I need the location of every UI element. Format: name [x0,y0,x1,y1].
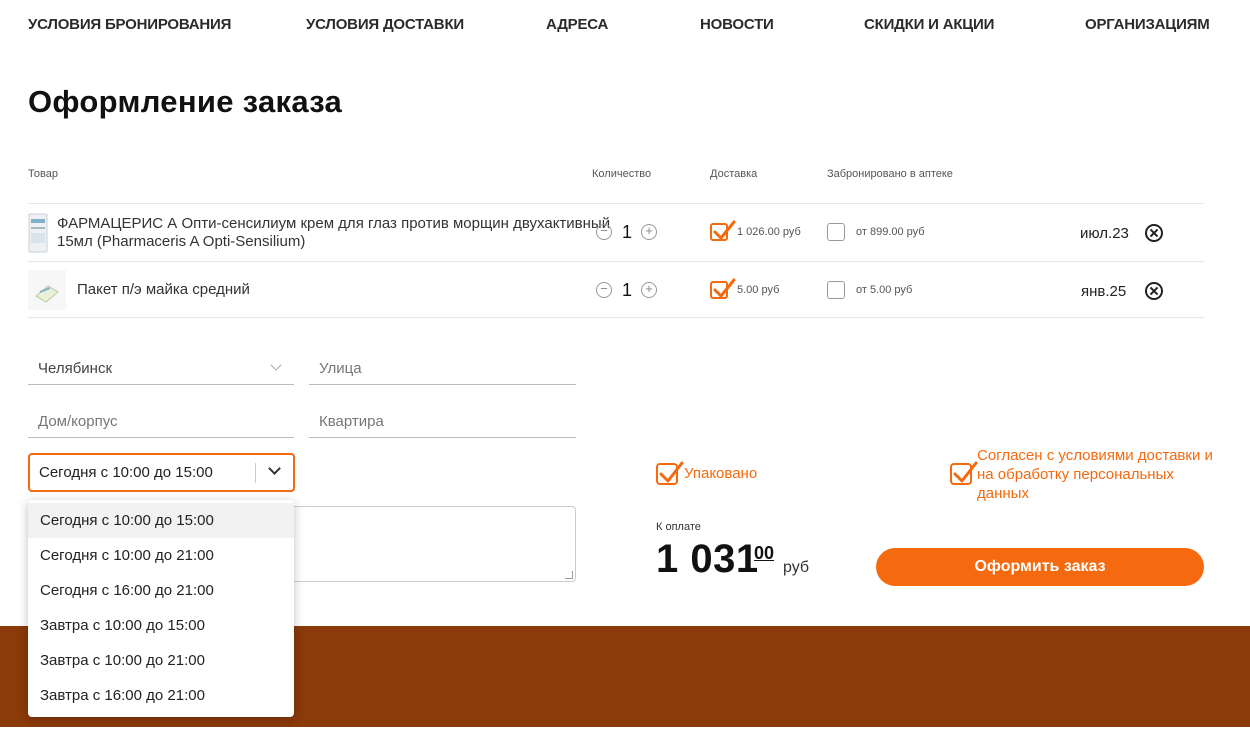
qty-value: 1 [622,222,633,242]
nav-delivery-terms[interactable]: Условия доставки [306,16,464,33]
table-row: Пакет п/э майка средний − 1 + 5.00 руб о… [28,261,1204,318]
place-order-button[interactable]: Оформить заказ [876,548,1204,586]
delivery-price: 1 026.00 руб [737,226,801,238]
qty-minus-button[interactable]: − [596,282,612,298]
page-title: Оформление заказа [28,84,343,119]
city-value: Челябинск [38,360,113,377]
availability-date: июл.23 [1080,225,1129,242]
chevron-down-icon [270,359,282,371]
checkmark-icon [953,461,978,483]
product-name-line2: 15мл (Pharmaceris A Opti-Sensilium) [57,233,306,250]
product-thumbnail [28,270,66,310]
total-decimal: 00 [754,543,775,563]
apartment-field[interactable]: Квартира [309,402,576,438]
remove-icon[interactable] [1145,224,1163,242]
delivery-time-dropdown: Сегодня с 10:00 до 15:00 Сегодня с 10:00… [28,500,294,717]
delivery-time-value: Сегодня с 10:00 до 15:00 [39,464,213,481]
delivery-checkbox[interactable] [710,278,736,299]
dropdown-option[interactable]: Завтра с 16:00 до 21:00 [28,678,294,713]
header-reserved: Забронировано в аптеке [827,168,953,180]
reserve-price: от 899.00 руб [856,226,925,238]
dropdown-option[interactable]: Завтра с 10:00 до 21:00 [28,643,294,678]
product-thumbnail [28,213,48,253]
reserve-price: от 5.00 руб [856,284,913,296]
nav-discounts[interactable]: Скидки и акции [864,16,994,33]
agree-checkbox[interactable] [950,461,978,485]
header-quantity: Количество [592,168,652,180]
product-name[interactable]: ФАРМАЦЕРИС А Опти-сенсилиум крем для гла… [57,215,610,251]
nav-news[interactable]: Новости [700,16,774,33]
dropdown-option[interactable]: Сегодня с 10:00 до 15:00 [28,503,294,538]
remove-icon[interactable] [1145,282,1163,300]
checkmark-icon [659,461,684,483]
nav-booking-terms[interactable]: Условия бронирования [28,16,231,33]
city-select[interactable]: Челябинск [28,349,294,385]
availability-date: янв.25 [1081,283,1127,300]
dropdown-option[interactable]: Сегодня с 16:00 до 21:00 [28,573,294,608]
agree-line3: данных [977,485,1029,502]
comment-textarea[interactable] [290,506,576,582]
delivery-checkbox[interactable] [710,220,736,241]
reserve-checkbox[interactable] [827,281,845,299]
checkmark-icon [713,220,736,240]
agree-label: Согласен с условиями доставки и на обраб… [977,446,1213,503]
street-field[interactable]: Улица [309,349,576,385]
top-nav: Условия бронирования Условия доставки Ад… [28,16,1210,36]
street-placeholder: Улица [319,360,362,377]
chevron-down-icon[interactable] [268,462,281,475]
packed-label: Упаковано [684,465,758,482]
apartment-placeholder: Квартира [319,413,384,430]
product-name[interactable]: Пакет п/э майка средний [77,281,250,299]
checkmark-icon [713,278,736,298]
product-name-line1: ФАРМАЦЕРИС А Опти-сенсилиум крем для гла… [57,215,611,232]
table-row: ФАРМАЦЕРИС А Опти-сенсилиум крем для гла… [28,203,1204,261]
agree-line2: на обработку персональных [977,466,1174,483]
house-placeholder: Дом/корпус [38,413,118,430]
delivery-time-select[interactable]: Сегодня с 10:00 до 15:00 [28,453,295,492]
select-divider [255,463,256,483]
resize-handle[interactable] [565,571,573,579]
qty-value: 1 [622,280,633,300]
house-field[interactable]: Дом/корпус [28,402,294,438]
total-currency: руб [783,559,810,576]
total-label: К оплате [656,521,701,533]
nav-addresses[interactable]: Адреса [546,16,608,33]
reserve-checkbox[interactable] [827,223,845,241]
qty-minus-button[interactable]: − [596,224,612,240]
qty-plus-button[interactable]: + [641,282,657,298]
total-integer: 1 031 [656,537,759,581]
dropdown-option[interactable]: Сегодня с 10:00 до 21:00 [28,538,294,573]
header-product: Товар [28,168,58,180]
dropdown-option[interactable]: Завтра с 10:00 до 15:00 [28,608,294,643]
qty-plus-button[interactable]: + [641,224,657,240]
delivery-price: 5.00 руб [737,284,780,296]
packed-checkbox[interactable] [656,461,684,485]
header-delivery: Доставка [710,168,758,180]
nav-organizations[interactable]: Организациям [1085,16,1210,33]
agree-line1: Согласен с условиями доставки и [977,447,1213,464]
